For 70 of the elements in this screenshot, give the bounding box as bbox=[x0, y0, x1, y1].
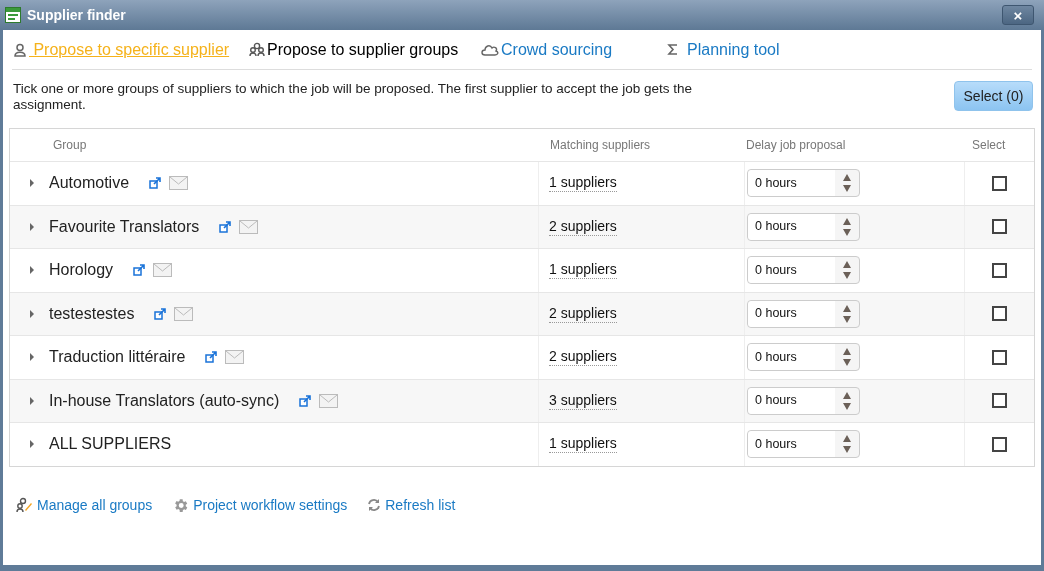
group-name: Horology bbox=[49, 260, 114, 281]
column-header: Select bbox=[971, 137, 1006, 154]
window-icon bbox=[5, 7, 21, 23]
external-link-icon[interactable] bbox=[149, 177, 162, 190]
tab[interactable]: Planning tool bbox=[687, 37, 780, 62]
checkbox[interactable] bbox=[992, 436, 1007, 452]
hours-spinner[interactable]: 0 hours bbox=[747, 343, 860, 372]
external-link-icon[interactable] bbox=[205, 351, 218, 364]
sigma-icon bbox=[667, 43, 679, 56]
tab[interactable]: Crowd sourcing bbox=[501, 37, 613, 62]
close-button[interactable]: × bbox=[1002, 5, 1034, 25]
group-name: testestestes bbox=[49, 303, 135, 324]
expand-arrow-icon[interactable] bbox=[29, 396, 35, 405]
expand-arrow-icon[interactable] bbox=[29, 440, 35, 449]
expand-arrow-icon[interactable] bbox=[29, 222, 35, 231]
group-icon bbox=[249, 42, 265, 57]
instruction-text: Tick one or more groups of suppliers to which the job will be proposed. The first supplier to accept the job gets the assignment. bbox=[13, 81, 694, 113]
checkbox[interactable] bbox=[992, 175, 1007, 191]
external-link-icon[interactable] bbox=[219, 220, 232, 233]
footer-link[interactable]: Project workflow settings bbox=[193, 494, 348, 516]
group-pencil-icon bbox=[16, 497, 33, 513]
supplier-count-link[interactable]: 2 suppliers bbox=[549, 348, 617, 367]
group-name: Favourite Translators bbox=[49, 216, 200, 237]
select-button[interactable]: Select (0) bbox=[954, 81, 1033, 111]
group-name: Traduction littéraire bbox=[49, 347, 186, 368]
group-name: ALL SUPPLIERS bbox=[49, 434, 172, 455]
expand-arrow-icon[interactable] bbox=[29, 309, 35, 318]
supplier-count-link[interactable]: 1 suppliers bbox=[549, 435, 617, 454]
hours-spinner[interactable]: 0 hours bbox=[747, 386, 860, 415]
supplier-count-link[interactable]: 2 suppliers bbox=[549, 304, 617, 323]
hours-spinner[interactable]: 0 hours bbox=[747, 299, 860, 328]
gear-icon bbox=[172, 496, 190, 514]
footer-link[interactable]: Refresh list bbox=[385, 494, 456, 516]
person-icon bbox=[13, 42, 27, 57]
checkbox[interactable] bbox=[992, 219, 1007, 235]
spinner-arrows-icon[interactable] bbox=[842, 260, 852, 281]
spinner-arrows-icon[interactable] bbox=[842, 347, 852, 368]
spinner-arrows-icon[interactable] bbox=[842, 173, 852, 194]
spinner-arrows-icon[interactable] bbox=[842, 434, 852, 455]
external-link-icon[interactable] bbox=[154, 307, 167, 320]
checkbox[interactable] bbox=[992, 349, 1007, 365]
supplier-count-link[interactable]: 2 suppliers bbox=[549, 217, 617, 236]
column-header: Group bbox=[52, 137, 88, 154]
column-header: Delay job proposal bbox=[745, 137, 847, 154]
supplier-count-link[interactable]: 1 suppliers bbox=[549, 261, 617, 280]
column-header: Matching suppliers bbox=[549, 137, 652, 154]
spinner-arrows-icon[interactable] bbox=[842, 216, 852, 237]
supplier-count-link[interactable]: 3 suppliers bbox=[549, 391, 617, 410]
supplier-count-link[interactable]: 1 suppliers bbox=[549, 174, 617, 193]
refresh-icon bbox=[367, 498, 382, 512]
external-link-icon[interactable] bbox=[133, 264, 146, 277]
hours-spinner[interactable]: 0 hours bbox=[747, 212, 860, 241]
checkbox[interactable] bbox=[992, 393, 1007, 409]
group-name: Automotive bbox=[49, 173, 130, 194]
external-link-icon[interactable] bbox=[299, 394, 312, 407]
expand-arrow-icon[interactable] bbox=[29, 353, 35, 362]
hours-spinner[interactable]: 0 hours bbox=[747, 430, 860, 459]
checkbox[interactable] bbox=[992, 306, 1007, 322]
hours-spinner[interactable]: 0 hours bbox=[747, 169, 860, 198]
cloud-icon bbox=[481, 43, 499, 56]
spinner-arrows-icon[interactable] bbox=[842, 390, 852, 411]
hours-spinner[interactable]: 0 hours bbox=[747, 256, 860, 285]
expand-arrow-icon[interactable] bbox=[29, 266, 35, 275]
spinner-arrows-icon[interactable] bbox=[842, 303, 852, 324]
checkbox[interactable] bbox=[992, 262, 1007, 278]
expand-arrow-icon[interactable] bbox=[29, 179, 35, 188]
group-name: In-house Translators (auto-sync) bbox=[49, 390, 280, 411]
footer-link[interactable]: Manage all groups bbox=[37, 494, 153, 516]
window-title: Supplier finder bbox=[27, 5, 126, 25]
tab[interactable]: Propose to supplier groups bbox=[267, 37, 459, 62]
